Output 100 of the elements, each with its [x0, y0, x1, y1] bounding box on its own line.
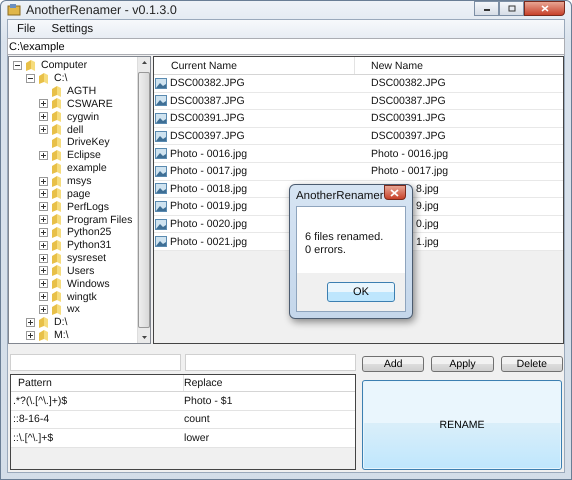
expand-icon[interactable]: [39, 99, 48, 108]
close-icon: [390, 188, 400, 196]
menu-item[interactable]: Settings: [46, 23, 98, 35]
image-file-icon: [155, 130, 167, 142]
tree-item[interactable]: msys: [65, 175, 92, 188]
folder-icon: [51, 264, 62, 278]
expand-icon[interactable]: [39, 189, 48, 198]
file-name: Photo - 0018.jpg: [170, 182, 248, 195]
file-name: Photo - 0019.jpg: [170, 200, 248, 212]
file-name: DSC00391.JPG: [170, 112, 245, 124]
tree-item[interactable]: AGTH: [65, 85, 96, 98]
tree-item[interactable]: CSWARE: [65, 98, 113, 110]
tree-item[interactable]: Windows: [65, 278, 110, 290]
expand-icon[interactable]: [39, 254, 48, 263]
image-file-icon: [155, 148, 167, 160]
file-name: DSC00397.JPG: [170, 130, 245, 142]
expand-icon[interactable]: [39, 240, 48, 250]
maximize-icon: [508, 5, 516, 12]
expand-icon[interactable]: [39, 279, 48, 288]
new-file-name: DSC00382.JPG: [371, 77, 446, 90]
image-file-icon: [155, 183, 167, 194]
dialog-message: 6 files renamed.: [305, 231, 384, 243]
tree-item[interactable]: Users: [65, 264, 94, 277]
menu-item[interactable]: File: [12, 23, 41, 35]
close-button[interactable]: [384, 185, 406, 200]
pattern-input[interactable]: [10, 354, 181, 371]
expand-icon[interactable]: [39, 176, 48, 186]
minimize-button[interactable]: [474, 1, 499, 16]
collapse-icon[interactable]: [13, 60, 22, 70]
expand-icon[interactable]: [39, 112, 48, 122]
tree-item[interactable]: PerfLogs: [65, 200, 110, 213]
tree-item[interactable]: DriveKey: [65, 136, 110, 148]
collapse-icon[interactable]: [26, 74, 35, 83]
window-title: AnotherRenamer - v0.1.3.0: [26, 3, 177, 17]
tree-item[interactable]: Program Files: [65, 214, 132, 226]
column-header[interactable]: New Name: [355, 57, 563, 74]
tree-item[interactable]: C:\: [52, 72, 68, 84]
folder-icon: [51, 174, 62, 188]
folder-icon: [25, 58, 36, 72]
tree-item[interactable]: wingtk: [65, 290, 97, 303]
dialog-title: AnotherRenamer: [296, 190, 384, 202]
new-file-name: 9.jpg: [416, 200, 439, 212]
tree-item[interactable]: dell: [65, 124, 84, 136]
expand-icon[interactable]: [39, 266, 48, 276]
expand-icon[interactable]: [39, 215, 48, 224]
folder-icon: [51, 226, 62, 239]
tree-item[interactable]: Computer: [39, 59, 88, 72]
close-button[interactable]: [524, 1, 565, 16]
file-name: DSC00382.JPG: [170, 77, 245, 90]
column-header[interactable]: Pattern: [11, 375, 184, 391]
path-field[interactable]: C:\example: [7, 38, 565, 55]
app-icon: [7, 3, 21, 17]
table-cell-text: ::\.[^\.]+$: [12, 430, 54, 446]
folder-icon: [51, 302, 62, 316]
expand-icon[interactable]: [26, 330, 35, 340]
expand-icon[interactable]: [39, 292, 48, 302]
tree-item[interactable]: wx: [65, 303, 80, 316]
file-name: Photo - 0017.jpg: [170, 165, 248, 178]
scrollbar[interactable]: [137, 57, 150, 343]
expand-icon[interactable]: [39, 228, 48, 237]
dialog-message: 0 errors.: [305, 244, 347, 256]
close-icon: [540, 5, 548, 12]
tree-item[interactable]: sysreset: [65, 252, 106, 264]
rename-button[interactable]: RENAME: [362, 380, 562, 470]
new-file-name: Photo - 0016.jpg: [371, 148, 448, 160]
action-button[interactable]: Delete: [500, 356, 563, 372]
ok-button[interactable]: OK: [327, 282, 395, 302]
tree-item[interactable]: cygwin: [65, 110, 100, 123]
folder-icon: [51, 162, 62, 175]
action-button[interactable]: Add: [362, 356, 424, 372]
tree-item[interactable]: page: [65, 188, 90, 200]
action-button[interactable]: Apply: [431, 356, 494, 372]
image-file-icon: [155, 218, 167, 230]
column-header[interactable]: Replace: [184, 375, 223, 391]
expand-icon[interactable]: [39, 304, 48, 314]
file-name: Photo - 0016.jpg: [170, 148, 248, 160]
tree-item[interactable]: Python25: [65, 226, 112, 238]
expand-icon[interactable]: [26, 318, 35, 327]
replace-input[interactable]: [185, 354, 356, 371]
new-file-name: 0.jpg: [416, 218, 439, 230]
folder-icon: [51, 277, 62, 290]
folder-icon: [51, 84, 62, 98]
new-file-name: DSC00391.JPG: [371, 112, 446, 124]
expand-icon[interactable]: [39, 150, 48, 160]
tree-item[interactable]: Eclipse: [65, 149, 101, 162]
folder-icon: [51, 110, 62, 124]
expand-icon[interactable]: [39, 202, 48, 212]
file-name: DSC00387.JPG: [170, 94, 245, 107]
folder-icon: [51, 238, 62, 252]
tree-item[interactable]: D:\: [52, 316, 68, 328]
table-cell-text: ::8-16-4: [12, 412, 50, 428]
tree-item[interactable]: M:\: [52, 329, 69, 342]
tree-item[interactable]: example: [65, 162, 107, 174]
new-file-name: 1.jpg: [416, 236, 439, 248]
maximize-button[interactable]: [499, 1, 524, 16]
expand-icon[interactable]: [39, 125, 48, 134]
column-header[interactable]: Current Name: [154, 57, 355, 74]
tree-item[interactable]: Python31: [65, 239, 112, 252]
new-file-name: 8.jpg: [416, 182, 439, 195]
image-file-icon: [155, 166, 167, 177]
